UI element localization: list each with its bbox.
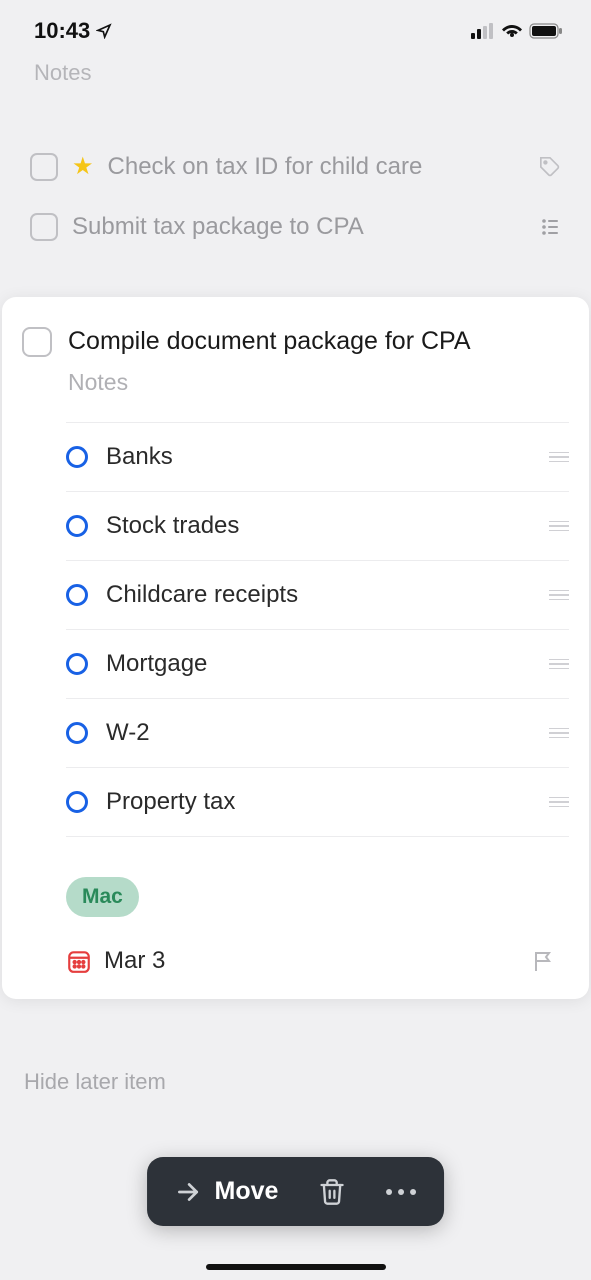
bg-task-text: Check on tax ID for child care: [108, 153, 525, 181]
bg-task-text: Submit tax package to CPA: [72, 213, 527, 241]
status-right: [471, 23, 563, 39]
subtask-item[interactable]: Banks: [66, 422, 569, 491]
task-title[interactable]: Compile document package for CPA: [68, 325, 471, 359]
date-row: Mar 3: [2, 917, 589, 975]
subtask-item[interactable]: Childcare receipts: [66, 560, 569, 629]
subtask-text: Property tax: [106, 788, 531, 816]
task-checkbox[interactable]: [22, 327, 52, 357]
subtask-checkbox[interactable]: [66, 584, 88, 606]
status-bar: 10:43: [0, 0, 591, 50]
move-button[interactable]: Move: [175, 1177, 279, 1206]
drag-handle-icon[interactable]: [549, 659, 569, 670]
task-checkbox[interactable]: [30, 153, 58, 181]
drag-handle-icon[interactable]: [549, 521, 569, 532]
home-indicator[interactable]: [206, 1264, 386, 1270]
cell-signal-icon: [471, 23, 495, 39]
star-icon: ★: [72, 152, 94, 181]
subtask-text: W-2: [106, 719, 531, 747]
subtask-checkbox[interactable]: [66, 722, 88, 744]
subtask-checkbox[interactable]: [66, 653, 88, 675]
bg-task[interactable]: Submit tax package to CPA: [30, 197, 561, 257]
card-header: Compile document package for CPA: [2, 325, 589, 369]
subtask-text: Stock trades: [106, 512, 531, 540]
drag-handle-icon[interactable]: [549, 797, 569, 808]
drag-handle-icon[interactable]: [549, 728, 569, 739]
subtask-item[interactable]: W-2: [66, 698, 569, 767]
tag-pill[interactable]: Mac: [66, 877, 139, 917]
subtask-item[interactable]: Property tax: [66, 767, 569, 837]
subtask-checkbox[interactable]: [66, 446, 88, 468]
subtask-list: Banks Stock trades Childcare receipts Mo…: [2, 422, 589, 837]
hide-later-link[interactable]: Hide later item: [0, 999, 591, 1095]
subtask-text: Childcare receipts: [106, 581, 531, 609]
subtask-item[interactable]: Mortgage: [66, 629, 569, 698]
date-button[interactable]: Mar 3: [66, 947, 165, 975]
trash-icon[interactable]: [318, 1178, 346, 1206]
location-icon: [96, 23, 112, 39]
tag-icon: [539, 156, 561, 178]
drag-handle-icon[interactable]: [549, 452, 569, 463]
subtask-checkbox[interactable]: [66, 791, 88, 813]
subtask-checkbox[interactable]: [66, 515, 88, 537]
move-label: Move: [215, 1177, 279, 1206]
background-tasks: ★ Check on tax ID for child care Submit …: [0, 86, 591, 297]
more-button[interactable]: [386, 1189, 416, 1195]
date-text: Mar 3: [104, 947, 165, 975]
task-detail-card: Compile document package for CPA Notes B…: [2, 297, 589, 999]
status-left: 10:43: [34, 18, 112, 44]
subtask-text: Banks: [106, 443, 531, 471]
status-time: 10:43: [34, 18, 90, 44]
subtask-text: Mortgage: [106, 650, 531, 678]
flag-icon[interactable]: [531, 949, 555, 973]
action-bar: Move: [147, 1157, 445, 1226]
arrow-right-icon: [175, 1179, 201, 1205]
notes-placeholder[interactable]: Notes: [2, 369, 589, 422]
subtask-item[interactable]: Stock trades: [66, 491, 569, 560]
partial-header: Notes: [0, 50, 591, 86]
bg-task[interactable]: ★ Check on tax ID for child care: [30, 136, 561, 197]
drag-handle-icon[interactable]: [549, 590, 569, 601]
tag-row: Mac: [2, 837, 589, 917]
task-checkbox[interactable]: [30, 213, 58, 241]
battery-icon: [529, 23, 563, 39]
wifi-icon: [501, 23, 523, 39]
checklist-icon: [541, 217, 561, 237]
calendar-icon: [66, 948, 92, 974]
